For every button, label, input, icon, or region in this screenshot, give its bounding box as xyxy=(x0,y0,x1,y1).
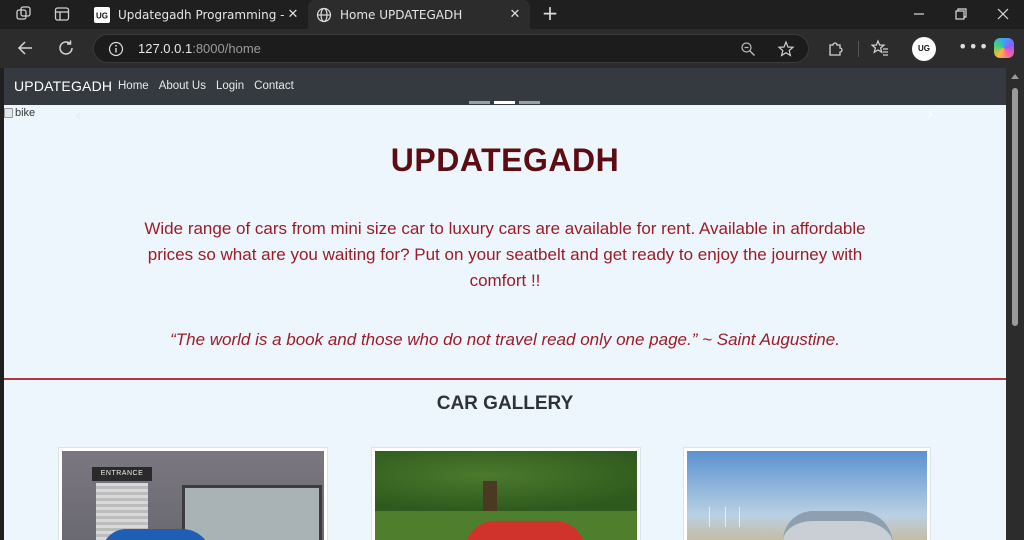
address-bar: 127.0.0.1:8000/home UG ••• xyxy=(0,29,1024,68)
scroll-up-icon[interactable] xyxy=(1011,74,1019,79)
nav-links: Home About Us Login Contact xyxy=(118,80,294,92)
restore-icon[interactable] xyxy=(952,6,970,22)
nav-login-link[interactable]: Login xyxy=(216,80,244,92)
car-photo-3 xyxy=(687,451,927,540)
carousel-indicator-2[interactable] xyxy=(494,101,515,104)
extensions-icon[interactable] xyxy=(826,39,844,57)
profile-avatar[interactable]: UG xyxy=(912,37,936,61)
carousel-broken-image: bike xyxy=(4,107,35,119)
car-photo-2 xyxy=(375,451,637,540)
url-text: 127.0.0.1:8000/home xyxy=(138,41,261,56)
car-photo-1: ENTRANCE xyxy=(62,451,324,540)
gallery-card-3[interactable] xyxy=(683,447,931,540)
svg-text:UG: UG xyxy=(96,11,108,20)
broken-image-icon xyxy=(4,108,13,118)
toolbar-separator xyxy=(858,41,859,57)
carousel-indicator-1[interactable] xyxy=(469,101,490,104)
close-window-icon[interactable] xyxy=(994,6,1012,22)
back-arrow-icon[interactable] xyxy=(16,39,34,57)
tab-home-updategadh[interactable]: Home UPDATEGADH ✕ xyxy=(308,0,530,29)
minimize-icon[interactable] xyxy=(910,6,928,22)
close-tab-icon[interactable]: ✕ xyxy=(508,7,522,22)
page-viewport: UPDATEGADH Home About Us Login Contact b… xyxy=(4,68,1006,540)
tab-actions-icon[interactable] xyxy=(54,6,70,22)
site-brand[interactable]: UPDATEGADH xyxy=(14,78,112,94)
refresh-icon[interactable] xyxy=(57,39,75,57)
tab-updategadh-programming[interactable]: UG Updategadh Programming - Upd ✕ xyxy=(86,0,308,29)
globe-icon xyxy=(316,7,332,23)
browser-tab-bar: UG Updategadh Programming - Upd ✕ Home U… xyxy=(0,0,1024,29)
more-options-icon[interactable]: ••• xyxy=(958,37,989,56)
carousel-indicator-3[interactable] xyxy=(519,101,540,104)
site-info-icon[interactable] xyxy=(108,41,124,57)
zoom-icon[interactable] xyxy=(740,41,756,57)
favorites-icon[interactable] xyxy=(871,39,889,57)
workspaces-icon[interactable] xyxy=(16,6,32,22)
site-navbar: UPDATEGADH Home About Us Login Contact xyxy=(4,68,1006,105)
hero-quote: “The world is a book and those who do no… xyxy=(170,330,840,349)
gallery-title: CAR GALLERY xyxy=(436,393,574,414)
scrollbar-thumb[interactable] xyxy=(1012,88,1018,326)
gallery-card-1[interactable]: ENTRANCE xyxy=(58,447,328,540)
tab-title: Home UPDATEGADH xyxy=(340,7,463,22)
entrance-sign: ENTRANCE xyxy=(92,467,152,481)
favorite-star-icon[interactable] xyxy=(777,40,795,58)
new-tab-icon[interactable]: + xyxy=(540,3,560,24)
nav-contact-link[interactable]: Contact xyxy=(254,80,294,92)
carousel-indicators xyxy=(469,101,540,104)
page-scrollbar[interactable] xyxy=(1006,68,1024,540)
carousel-prev-icon[interactable]: ‹ xyxy=(75,106,81,125)
hero-description: Wide range of cars from mini size car to… xyxy=(144,219,866,290)
close-tab-icon[interactable]: ✕ xyxy=(286,7,300,22)
nav-about-link[interactable]: About Us xyxy=(159,80,206,92)
nav-home-link[interactable]: Home xyxy=(118,80,149,92)
hero-title: UPDATEGADH xyxy=(390,142,620,178)
image-alt-text: bike xyxy=(15,107,36,119)
updategadh-logo-icon: UG xyxy=(94,6,110,23)
url-field[interactable]: 127.0.0.1:8000/home xyxy=(93,34,809,63)
section-divider xyxy=(4,378,1006,380)
gallery-card-2[interactable] xyxy=(371,447,641,540)
carousel-next-icon[interactable]: › xyxy=(927,104,933,123)
copilot-icon[interactable] xyxy=(994,38,1014,58)
tab-title: Updategadh Programming - Upd xyxy=(118,7,286,22)
